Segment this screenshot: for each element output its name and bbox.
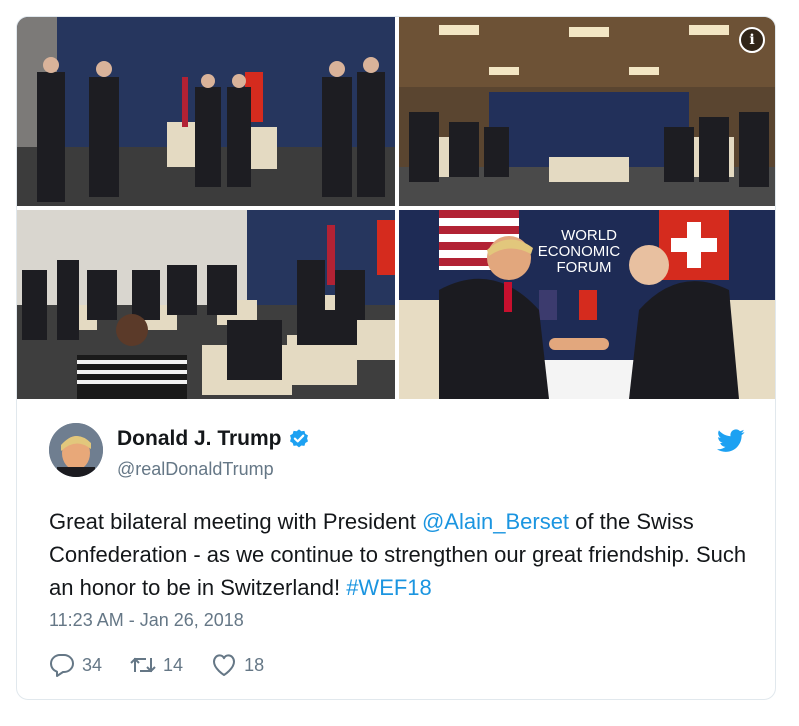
verified-badge-icon (289, 429, 308, 448)
author-handle[interactable]: @realDonaldTrump (117, 459, 274, 480)
like-button[interactable]: 18 (211, 653, 264, 677)
backdrop-text-line-2: ECONOMIC (538, 243, 621, 260)
reply-button[interactable]: 34 (49, 653, 102, 677)
reply-icon (50, 654, 74, 677)
action-bar: 34 14 18 (49, 653, 292, 677)
mention-link[interactable]: @Alain_Berset (422, 509, 569, 534)
backdrop-text-line-3: FORUM (557, 259, 612, 276)
hashtag-link[interactable]: #WEF18 (346, 575, 432, 600)
twitter-bird-icon[interactable] (717, 429, 745, 453)
meeting-photo-2[interactable]: i (399, 17, 775, 206)
avatar[interactable] (49, 423, 103, 477)
retweet-button[interactable]: 14 (130, 653, 183, 677)
meeting-photo-4[interactable]: WORLD ECONOMIC FORUM (399, 210, 775, 399)
retweet-count: 14 (163, 654, 184, 675)
tweet-text-part-1: Great bilateral meeting with President (49, 509, 422, 534)
retweet-icon (130, 657, 156, 673)
timestamp[interactable]: 11:23 AM - Jan 26, 2018 (49, 610, 244, 631)
like-count: 18 (244, 654, 265, 675)
backdrop-text-line-1: WORLD (561, 227, 617, 244)
photo-grid: i WORLD ECONOMIC FORUM (17, 17, 775, 399)
author-name[interactable]: Donald J. Trump (117, 427, 282, 451)
meeting-photo-3[interactable] (17, 210, 395, 399)
info-icon[interactable]: i (739, 27, 765, 53)
heart-icon (213, 654, 236, 676)
tweet-card[interactable]: i WORLD ECONOMIC FORUM Donald J. Trump @… (16, 16, 776, 700)
meeting-photo-1[interactable] (17, 17, 395, 206)
reply-count: 34 (82, 654, 103, 675)
tweet-text: Great bilateral meeting with President @… (49, 505, 749, 604)
author-name-row[interactable]: Donald J. Trump (117, 427, 310, 451)
